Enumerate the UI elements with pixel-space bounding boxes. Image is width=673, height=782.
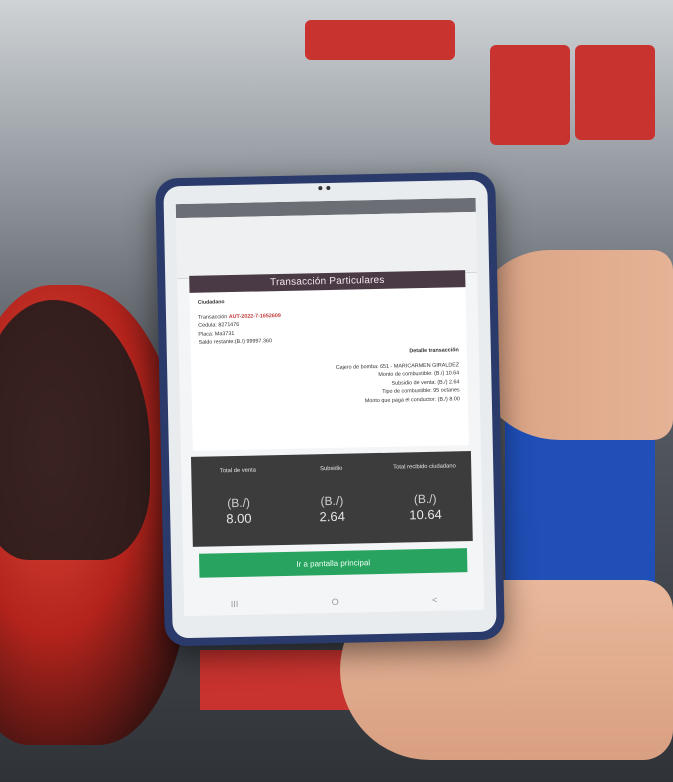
fuel-pump-red-panel [575,45,655,140]
status-bar-left [182,205,470,211]
transaction-id: AUT-2022-7-1652609 [228,312,281,320]
total-unit: (B./) [413,491,437,507]
go-home-button[interactable]: Ir a pantalla principal [199,548,468,578]
fuel-pump-sign [305,20,455,60]
totals-panel: Total de venta (B./) 8.00 Subsidio (B./)… [190,451,473,547]
section-label: Ciudadano [197,299,225,306]
total-label: Subsidio [320,465,343,473]
fuel-pump-red-panel [490,45,570,145]
total-subsidio: Subsidio (B./) 2.64 [284,453,379,545]
hand-right [470,250,673,440]
total-unit: (B./) [320,493,344,509]
total-value: 10.64 [409,506,442,523]
total-value: 2.64 [319,508,346,525]
tablet-screen: Transacción Particulares Ciudadano Trans… [175,197,485,617]
total-venta: Total de venta (B./) 8.00 [191,455,286,547]
tablet-device: Transacción Particulares Ciudadano Trans… [155,171,505,647]
app-header [175,211,478,280]
transaction-receipt: Transacción Particulares Ciudadano Trans… [189,270,469,451]
detail-title: Detalle transacción [409,347,459,355]
total-recibido: Total recibido ciudadano (B./) 10.64 [378,451,473,543]
tablet-bezel: Transacción Particulares Ciudadano Trans… [163,179,497,639]
total-label: Total recibido ciudadano [393,463,456,471]
total-label: Total de venta [219,467,257,475]
android-nav-bar: III O < [184,592,484,612]
total-value: 8.00 [226,510,252,527]
home-icon[interactable]: O [332,597,339,607]
recents-icon[interactable]: III [231,599,239,609]
total-unit: (B./) [227,495,251,511]
back-icon[interactable]: < [432,595,437,605]
camera-icon [318,185,332,191]
transaction-label: Transacción [197,313,228,321]
receipt-body: Ciudadano Transacción AUT-2022-7-1652609… [190,287,469,415]
